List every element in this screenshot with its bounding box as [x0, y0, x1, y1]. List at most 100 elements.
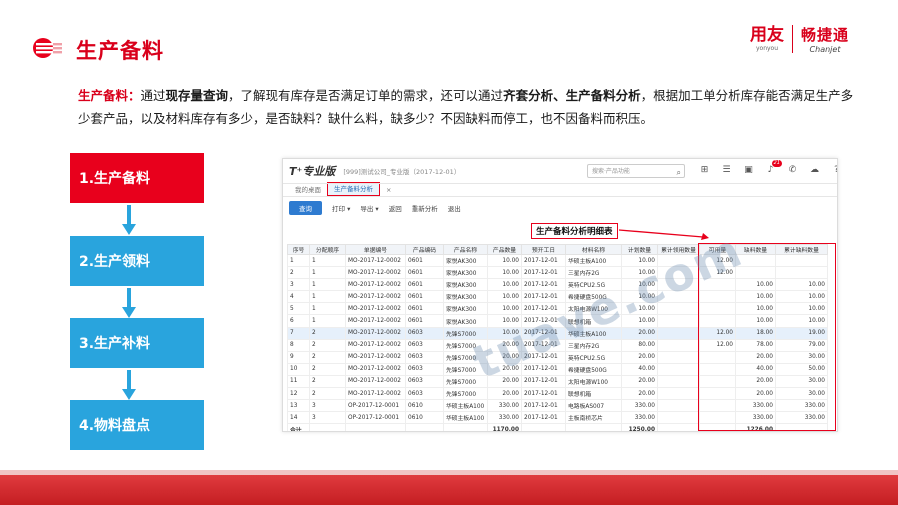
table-cell: 2017-12-01 [521, 253, 566, 268]
table-cell: 12 [287, 387, 310, 401]
slide: { "header": { "title": "生产备料", "logo_ico… [0, 0, 898, 505]
table-cell: 2 [309, 387, 346, 401]
grid-icon[interactable]: ⊞ [699, 165, 710, 176]
table-cell [657, 326, 700, 340]
table-cell: 2 [309, 362, 346, 376]
table-cell: 20.00 [621, 350, 658, 364]
table-cell: 英特CPU2.5G [565, 350, 622, 364]
search-input[interactable]: 搜索·产品功能 ⌕ [587, 164, 685, 178]
step-inventory-count[interactable]: 4.物料盘点 [70, 400, 204, 450]
column-header[interactable]: 材料名称 [565, 244, 622, 255]
table-cell [657, 350, 700, 364]
brand-logo: 用友 yonyou 畅捷通 Chanjet [750, 25, 849, 54]
table-cell: 家悦AK300 [443, 290, 488, 304]
chanjet-sub: Chanjet [809, 45, 841, 54]
table-cell: MO-2017-12-0002 [345, 266, 406, 280]
column-header[interactable]: 单据编号 [345, 244, 406, 255]
table-cell: 5 [287, 302, 310, 316]
column-header[interactable]: 产品数量 [487, 244, 522, 255]
table-cell: 2017-12-01 [521, 387, 566, 401]
table-cell: 2 [309, 326, 346, 340]
table-cell: 330.00 [487, 399, 522, 413]
table-cell: 80.00 [621, 338, 658, 352]
export-button[interactable]: 导出 ▾ [360, 203, 378, 213]
close-icon[interactable]: × [380, 184, 397, 196]
table-cell: 1170.00 [487, 423, 522, 431]
circle-stripes-icon [33, 38, 62, 58]
column-header[interactable]: 序号 [287, 244, 310, 255]
bell-icon[interactable]: ♪ 21 [765, 160, 782, 176]
table-cell: MO-2017-12-0002 [345, 278, 406, 292]
table-cell: 2017-12-01 [521, 411, 566, 425]
export-label: 导出 [360, 204, 374, 213]
table-cell: 0610 [405, 411, 444, 425]
table-cell: MO-2017-12-0002 [345, 387, 406, 401]
table-cell: 希捷硬盘500G [565, 362, 622, 376]
table-cell [309, 423, 346, 431]
table-cell: 2017-12-01 [521, 399, 566, 413]
table-cell: OP-2017-12-0001 [345, 411, 406, 425]
column-header[interactable]: 计划数量 [621, 244, 658, 255]
notification-badge: 21 [771, 160, 782, 167]
column-header[interactable]: 产品编码 [405, 244, 444, 255]
table-cell: 0603 [405, 362, 444, 376]
table-cell: 华硕主板A100 [443, 399, 488, 413]
table-cell: 330.00 [621, 399, 658, 413]
tab-prep-analysis[interactable]: 生产备料分析 [327, 182, 380, 196]
table-cell: 0601 [405, 314, 444, 328]
table-cell: 8 [287, 338, 310, 352]
help-icon[interactable]: ? [831, 165, 837, 176]
table-cell: 20.00 [621, 374, 658, 389]
table-cell: 华硕主板A100 [565, 253, 622, 268]
table-cell: 0601 [405, 302, 444, 316]
table-cell: 先锋S7000 [443, 387, 488, 401]
table-cell: 0601 [405, 278, 444, 292]
query-button[interactable]: 查询 [289, 200, 322, 215]
table-cell [657, 399, 700, 413]
table-cell: 2 [309, 350, 346, 364]
table-cell: 0610 [405, 399, 444, 413]
step-material-issue[interactable]: 2.生产领料 [70, 236, 204, 286]
table-cell: 10.00 [487, 278, 522, 292]
column-header[interactable]: 分配顺序 [309, 244, 346, 255]
table-cell: 13 [287, 399, 310, 413]
table-cell: 1 [309, 266, 346, 280]
column-header[interactable]: 预开工日 [521, 244, 566, 255]
table-cell: 10 [287, 362, 310, 376]
yonyou-sub: yonyou [755, 45, 779, 52]
cloud-icon[interactable]: ☁ [809, 165, 820, 176]
arrow-down-icon [122, 288, 136, 318]
reanalyze-button[interactable]: 重新分析 [412, 203, 438, 213]
phone-icon[interactable]: ✆ [787, 165, 798, 176]
table-cell: 家悦AK300 [443, 302, 488, 316]
print-button[interactable]: 打印 ▾ [332, 203, 350, 213]
table-cell: 电路板AS007 [565, 399, 622, 413]
settings-sliders-icon[interactable]: ☰ [721, 165, 732, 176]
table-cell: 2017-12-01 [521, 374, 566, 389]
table-cell: 0603 [405, 338, 444, 352]
table-cell: 合计 [287, 423, 310, 431]
table-cell [521, 423, 566, 431]
table-cell: 14 [287, 411, 310, 425]
table-cell: 6 [287, 314, 310, 328]
table-cell: 10.00 [487, 290, 522, 304]
table-cell: 3 [287, 278, 310, 292]
table-cell: 主板南桥芯片 [565, 411, 622, 425]
step-production-prep[interactable]: 1.生产备料 [70, 153, 204, 203]
app-logo: T⁺专业版 [289, 165, 336, 178]
table-cell [345, 423, 406, 431]
tab-desktop[interactable]: 我的桌面 [289, 184, 327, 196]
search-icon[interactable]: ⌕ [677, 166, 681, 179]
table-cell [657, 374, 700, 389]
table-cell: 家悦AK300 [443, 266, 488, 280]
video-icon[interactable]: ▣ [743, 165, 754, 176]
exit-button[interactable]: 退出 [448, 203, 461, 213]
column-header[interactable]: 产品名称 [443, 244, 488, 255]
description-bold-2: 齐套分析、生产备料分析 [503, 88, 641, 103]
table-cell [443, 423, 488, 431]
yonyou-logo: 用友 yonyou [750, 25, 793, 53]
table-cell: 7 [287, 326, 310, 340]
step-material-supplement[interactable]: 3.生产补料 [70, 318, 204, 368]
back-button[interactable]: 返回 [389, 203, 402, 213]
description: 生产备料：通过现存量查询，了解现有库存是否满足订单的需求，还可以通过齐套分析、生… [78, 84, 858, 130]
